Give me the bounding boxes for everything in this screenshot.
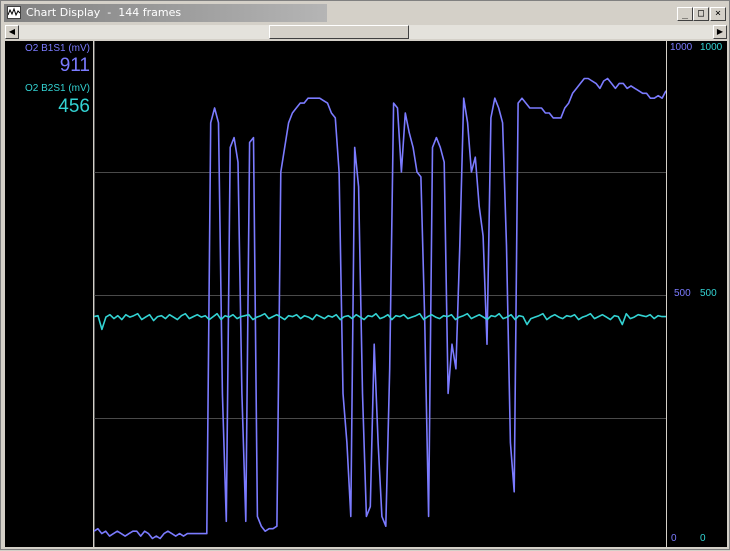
- minimize-button[interactable]: _: [677, 7, 693, 21]
- y-tick-series-2-mid: 500: [700, 288, 717, 299]
- window-title: Chart Display - 144 frames: [26, 6, 182, 19]
- y-tick-series-1-min: 0: [671, 533, 677, 544]
- chart-display-window: Chart Display - 144 frames _ □ × ◀ ▶ O2 …: [0, 0, 730, 550]
- chart-svg: [93, 41, 667, 547]
- scroll-thumb[interactable]: [269, 25, 409, 39]
- close-button[interactable]: ×: [710, 7, 726, 21]
- y-axis-panel: 1000 1000 500 500 0 0: [667, 41, 727, 547]
- scroll-left-button[interactable]: ◀: [5, 25, 19, 39]
- horizontal-scrollbar[interactable]: ◀ ▶: [5, 25, 727, 39]
- series-1-value: 911: [59, 55, 90, 76]
- y-tick-series-1-mid: 500: [674, 288, 691, 299]
- scroll-right-button[interactable]: ▶: [713, 25, 727, 39]
- series-2-value: 456: [58, 96, 90, 117]
- y-tick-series-2-max: 1000: [700, 42, 723, 53]
- series-1-label: O2 B1S1 (mV): [24, 43, 90, 54]
- series-2-label: O2 B2S1 (mV): [24, 83, 90, 94]
- chart-icon: [7, 6, 21, 19]
- y-tick-series-1-max: 1000: [670, 42, 693, 53]
- series-line-2: [93, 312, 666, 331]
- value-panel: O2 B1S1 (mV) 911 O2 B2S1 (mV) 456: [5, 41, 93, 547]
- series-line-1: [93, 77, 667, 540]
- title-bar[interactable]: Chart Display - 144 frames: [4, 4, 327, 22]
- chart-plot-area: [93, 41, 667, 547]
- y-tick-series-2-min: 0: [700, 533, 706, 544]
- maximize-button[interactable]: □: [693, 7, 709, 21]
